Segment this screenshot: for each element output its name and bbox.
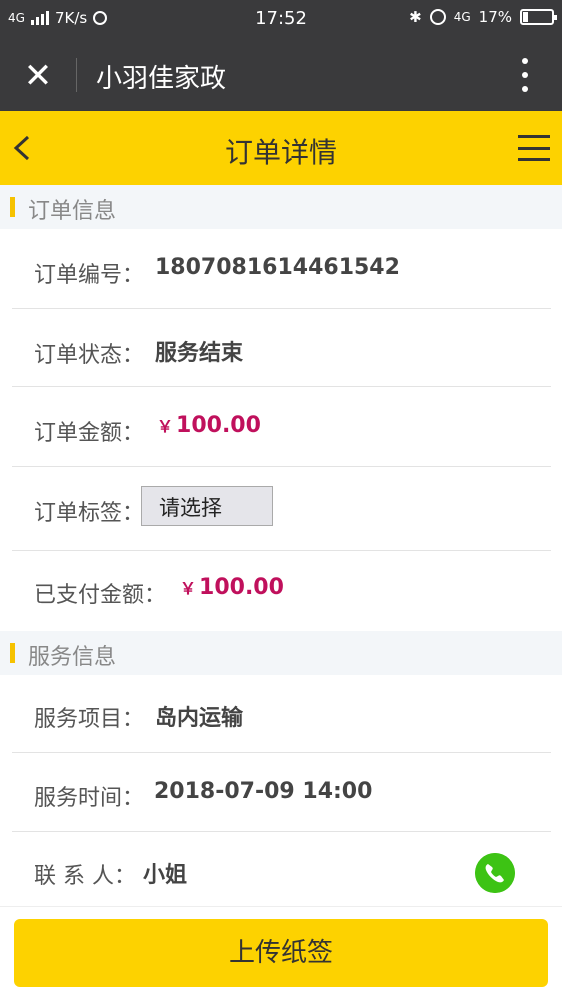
order-status-row: 订单状态： 服务结束 <box>12 309 551 387</box>
section-marker <box>10 197 15 217</box>
alarm-icon <box>429 9 446 25</box>
app-title: 小羽佳家政 <box>96 64 227 94</box>
header-divider <box>76 58 77 92</box>
order-status-value: 服务结束 <box>155 341 244 366</box>
service-time-label: 服务时间： <box>34 786 145 811</box>
order-status-label: 订单状态： <box>34 343 145 368</box>
network-type-right: 4G <box>453 10 471 24</box>
paid-amount-row: 已支付金额： ￥ 100.00 <box>12 551 551 631</box>
contact-row: 联 系 人： 小姐 <box>12 832 551 906</box>
contact-value: 小姐 <box>143 863 188 888</box>
service-info-section-header: 服务信息 <box>0 631 562 675</box>
battery-icon <box>520 9 557 25</box>
hamburger-menu-icon[interactable] <box>518 135 550 161</box>
amount-number: 100.00 <box>199 575 284 600</box>
page-header: 订单详情 <box>0 111 562 185</box>
page-title: 订单详情 <box>224 136 337 169</box>
order-tag-select[interactable]: 请选择 <box>141 486 273 526</box>
amount-number: 100.00 <box>176 413 261 438</box>
status-right: ✱ 4G 17% <box>409 8 557 26</box>
paid-amount-label: 已支付金额： <box>34 583 167 608</box>
service-time-value: 2018-07-09 14:00 <box>154 779 373 804</box>
service-item-label: 服务项目： <box>34 707 145 732</box>
currency-symbol: ￥ <box>180 579 197 598</box>
order-amount-row: 订单金额： ￥ 100.00 <box>12 387 551 467</box>
more-vertical-icon[interactable] <box>520 58 530 92</box>
order-number-label: 订单编号： <box>34 263 145 288</box>
currency-symbol: ￥ <box>157 417 174 436</box>
status-bar: 4G 7K/s 17:52 ✱ 4G 17% <box>0 0 562 38</box>
app-header: ✕ 小羽佳家政 <box>0 38 562 111</box>
battery-percent: 17% <box>478 8 512 26</box>
order-tag-row: 订单标签： <box>12 467 551 551</box>
bluetooth-icon: ✱ <box>409 8 422 26</box>
footer: 上传纸签 <box>0 906 562 1000</box>
order-info-section-header: 订单信息 <box>0 185 562 229</box>
service-time-row: 服务时间： 2018-07-09 14:00 <box>12 753 551 832</box>
contact-label: 联 系 人： <box>34 864 136 889</box>
service-item-row: 服务项目： 岛内运输 <box>12 675 551 753</box>
order-tag-label: 订单标签： <box>34 501 145 526</box>
battery-fill <box>523 12 528 22</box>
order-number-value: 1807081614461542 <box>155 255 400 280</box>
section-title: 订单信息 <box>28 199 117 224</box>
section-marker <box>10 643 15 663</box>
service-item-value: 岛内运输 <box>155 706 244 731</box>
section-title: 服务信息 <box>28 645 117 670</box>
close-icon[interactable]: ✕ <box>18 56 58 96</box>
upload-paper-sign-button[interactable]: 上传纸签 <box>14 919 548 987</box>
order-amount-label: 订单金额： <box>34 421 145 446</box>
paid-amount-value: ￥ 100.00 <box>180 575 284 600</box>
order-number-row: 订单编号： 1807081614461542 <box>12 229 551 309</box>
order-amount-value: ￥ 100.00 <box>157 413 261 438</box>
phone-icon[interactable] <box>475 853 515 893</box>
